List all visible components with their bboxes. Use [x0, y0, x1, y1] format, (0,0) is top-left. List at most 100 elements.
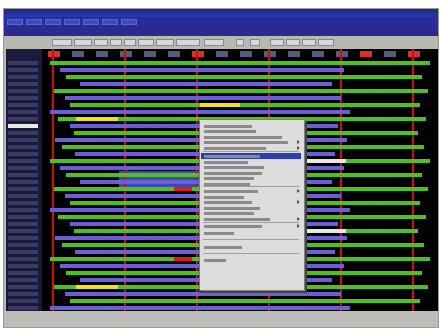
- context-menu-item[interactable]: [204, 190, 258, 193]
- schedule-bar[interactable]: [66, 75, 422, 79]
- context-menu-item[interactable]: [204, 259, 226, 262]
- schedule-bar[interactable]: [70, 103, 420, 107]
- column-header[interactable]: [264, 51, 276, 57]
- menu-item[interactable]: [64, 18, 80, 25]
- toolbar-button[interactable]: [124, 39, 136, 46]
- toolbar-button[interactable]: [176, 39, 200, 46]
- column-header[interactable]: [288, 51, 300, 57]
- context-menu-item[interactable]: [204, 147, 266, 150]
- toolbar-button[interactable]: [52, 39, 72, 46]
- menu-item[interactable]: [121, 18, 137, 25]
- toolbar-button[interactable]: [318, 39, 334, 46]
- schedule-bar[interactable]: [50, 110, 350, 114]
- row-label[interactable]: [8, 68, 38, 72]
- column-header[interactable]: [240, 51, 252, 57]
- row-label[interactable]: [8, 194, 38, 198]
- column-header[interactable]: [48, 51, 60, 57]
- schedule-bar[interactable]: [50, 306, 350, 310]
- row-label[interactable]: [8, 82, 38, 86]
- row-label[interactable]: [8, 75, 38, 79]
- column-header[interactable]: [168, 51, 180, 57]
- row-label[interactable]: [8, 222, 38, 226]
- row-label[interactable]: [8, 250, 38, 254]
- row-label[interactable]: [8, 243, 38, 247]
- row-label[interactable]: [8, 215, 38, 219]
- column-header[interactable]: [312, 51, 324, 57]
- toolbar-button[interactable]: [204, 39, 224, 46]
- toolbar-button[interactable]: [286, 39, 300, 46]
- toolbar-button[interactable]: [302, 39, 316, 46]
- menu-item[interactable]: [83, 18, 99, 25]
- row-label[interactable]: [8, 173, 38, 177]
- row-label[interactable]: [8, 159, 38, 163]
- schedule-bar[interactable]: [80, 82, 332, 86]
- context-menu-item[interactable]: [204, 232, 234, 235]
- row-label[interactable]: [8, 89, 38, 93]
- context-menu-item[interactable]: [204, 141, 288, 144]
- context-menu-item[interactable]: [204, 161, 248, 164]
- column-header[interactable]: [384, 51, 396, 57]
- column-header[interactable]: [120, 51, 132, 57]
- row-label[interactable]: [8, 257, 38, 261]
- row-label[interactable]: [8, 285, 38, 289]
- column-header[interactable]: [144, 51, 156, 57]
- schedule-bar-alert[interactable]: [174, 187, 192, 191]
- row-label[interactable]: [8, 306, 38, 310]
- schedule-bar-highlight[interactable]: [76, 285, 118, 289]
- schedule-bar[interactable]: [70, 299, 420, 303]
- row-label[interactable]: [8, 229, 38, 233]
- toolbar-button[interactable]: [156, 39, 174, 46]
- row-label[interactable]: [8, 61, 38, 65]
- toolbar-button[interactable]: [138, 39, 154, 46]
- row-label[interactable]: [8, 110, 38, 114]
- row-label[interactable]: [8, 208, 38, 212]
- row-label[interactable]: [8, 187, 38, 191]
- schedule-bar-alert[interactable]: [174, 257, 192, 261]
- menu-item[interactable]: [45, 18, 61, 25]
- schedule-bar-highlight[interactable]: [76, 117, 118, 121]
- toolbar-button[interactable]: [94, 39, 108, 46]
- menu-item[interactable]: [102, 18, 118, 25]
- toolbar-button[interactable]: [270, 39, 284, 46]
- schedule-bar[interactable]: [60, 68, 344, 72]
- column-header[interactable]: [192, 51, 204, 57]
- schedule-bar-white[interactable]: [306, 229, 346, 233]
- context-menu-item[interactable]: [204, 212, 254, 215]
- context-menu-item[interactable]: [204, 166, 264, 169]
- row-label[interactable]: [8, 201, 38, 205]
- context-menu-item[interactable]: [204, 196, 244, 199]
- row-label[interactable]: [8, 103, 38, 107]
- row-label[interactable]: [8, 96, 38, 100]
- column-header[interactable]: [408, 51, 420, 57]
- schedule-bar[interactable]: [54, 89, 428, 93]
- column-header[interactable]: [360, 51, 372, 57]
- row-label[interactable]: [8, 264, 38, 268]
- context-menu-item[interactable]: [204, 218, 270, 221]
- toolbar-button[interactable]: [74, 39, 92, 46]
- toolbar-button[interactable]: [250, 39, 260, 46]
- schedule-bar[interactable]: [65, 96, 341, 100]
- row-label[interactable]: [8, 166, 38, 170]
- toolbar-button[interactable]: [110, 39, 122, 46]
- context-menu-item[interactable]: [204, 225, 262, 228]
- column-header[interactable]: [72, 51, 84, 57]
- row-label[interactable]: [8, 271, 38, 275]
- row-label[interactable]: [8, 299, 38, 303]
- column-header[interactable]: [336, 51, 348, 57]
- row-label[interactable]: [8, 236, 38, 240]
- row-label[interactable]: [8, 117, 38, 121]
- row-label[interactable]: [8, 152, 38, 156]
- menu-item[interactable]: [7, 18, 23, 25]
- column-header[interactable]: [216, 51, 228, 57]
- context-menu-item[interactable]: [204, 136, 282, 139]
- row-label[interactable]: [8, 292, 38, 296]
- context-menu-item[interactable]: [204, 130, 256, 133]
- context-menu-item[interactable]: [204, 177, 254, 180]
- schedule-bar[interactable]: [65, 292, 341, 296]
- context-menu-item[interactable]: [204, 155, 260, 158]
- row-label[interactable]: [8, 124, 38, 128]
- context-menu-item[interactable]: [204, 207, 260, 210]
- schedule-bar-highlight[interactable]: [200, 103, 240, 107]
- column-header[interactable]: [96, 51, 108, 57]
- toolbar-button[interactable]: [236, 39, 244, 46]
